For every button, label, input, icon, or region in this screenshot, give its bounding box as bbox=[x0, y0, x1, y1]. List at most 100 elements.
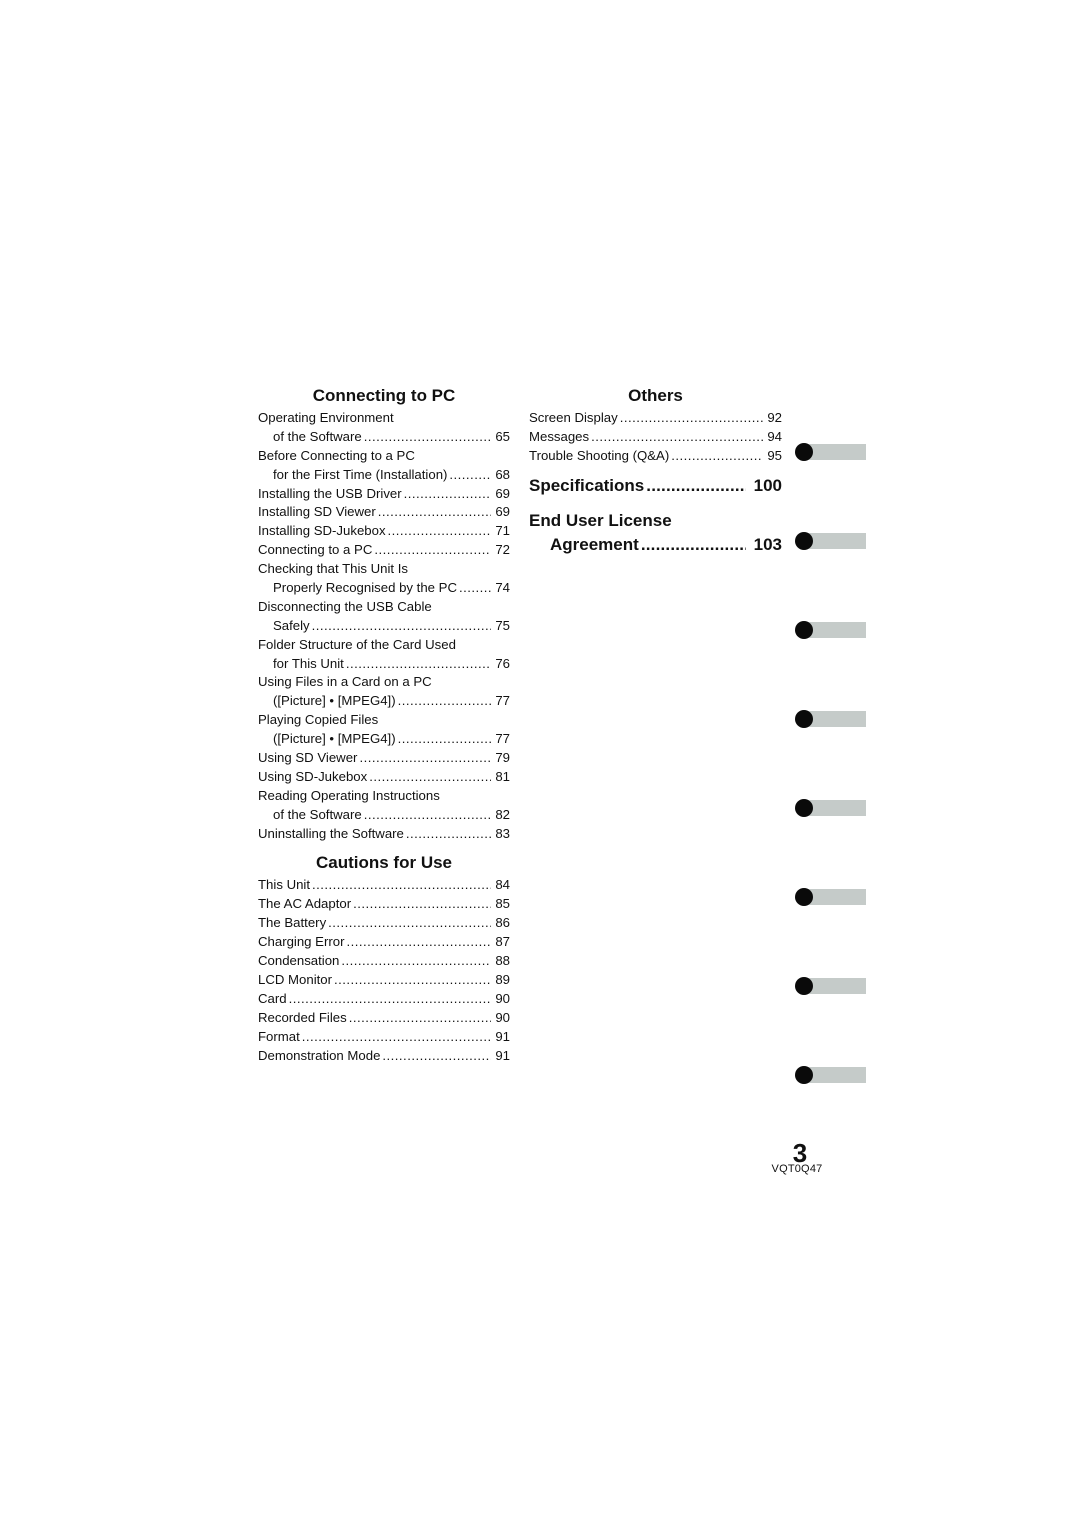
toc-entry[interactable]: Card 90 bbox=[258, 990, 510, 1009]
side-index-tab[interactable] bbox=[795, 799, 867, 817]
right-column: Others Screen Display 92 Messages 94 Trouble… bbox=[529, 384, 782, 557]
side-index-tab[interactable] bbox=[795, 443, 867, 461]
toc-entry[interactable]: Installing the USB Driver 69 bbox=[258, 485, 510, 504]
entry-text: Properly Recognised by the PC bbox=[273, 580, 457, 596]
entry-text: Playing Copied Files bbox=[258, 712, 379, 728]
toc-entry[interactable]: LCD Monitor 89 bbox=[258, 971, 510, 990]
entry-text: Recorded Files bbox=[258, 1009, 347, 1025]
dot-leader bbox=[646, 474, 745, 498]
entry-page: 72 bbox=[495, 542, 510, 558]
entry-heading-line: Disconnecting the USB Cable bbox=[258, 598, 510, 617]
toc-entry[interactable]: Operating Environment of the Software 65 bbox=[258, 409, 510, 447]
side-index-tab[interactable] bbox=[795, 977, 867, 995]
toc-entry-eula[interactable]: End User License Agreement 103 bbox=[529, 509, 782, 557]
dot-leader bbox=[312, 617, 491, 636]
entry-text: Using SD-Jukebox bbox=[258, 768, 368, 784]
tab-dot-icon bbox=[795, 532, 813, 550]
dot-leader bbox=[369, 768, 491, 787]
section-title-others: Others bbox=[628, 386, 683, 405]
toc-entry[interactable]: Format 91 bbox=[258, 1028, 510, 1047]
entry-page: 82 bbox=[495, 806, 510, 822]
toc-entry[interactable]: Installing SD Viewer 69 bbox=[258, 503, 510, 522]
side-index-tab[interactable] bbox=[795, 621, 867, 639]
toc-entry[interactable]: Condensation 88 bbox=[258, 952, 510, 971]
dot-leader bbox=[312, 876, 491, 895]
toc-entry-specifications[interactable]: Specifications 100 bbox=[529, 474, 782, 498]
side-index-tab[interactable] bbox=[795, 710, 867, 728]
entry-continuation-line: of the Software 82 bbox=[258, 806, 510, 825]
toc-entry[interactable]: The AC Adaptor 85 bbox=[258, 895, 510, 914]
toc-entry[interactable]: Messages 94 bbox=[529, 428, 782, 447]
dot-leader bbox=[620, 409, 763, 428]
tab-dot-icon bbox=[795, 799, 813, 817]
entry-line: LCD Monitor 89 bbox=[258, 971, 510, 990]
toc-entry[interactable]: Folder Structure of the Card Used for Thi… bbox=[258, 636, 510, 674]
entry-page: 71 bbox=[495, 523, 510, 539]
tab-bar bbox=[804, 444, 866, 460]
entry-text: Installing SD-Jukebox bbox=[258, 523, 386, 539]
entry-text: Using Files in a Card on a PC bbox=[258, 674, 432, 690]
others-list: Screen Display 92 Messages 94 Trouble Shooti… bbox=[529, 409, 782, 466]
side-index-tab[interactable] bbox=[795, 888, 867, 906]
toc-entry[interactable]: Demonstration Mode 91 bbox=[258, 1047, 510, 1066]
entry-page: 103 bbox=[753, 534, 782, 554]
toc-entry[interactable]: This Unit 84 bbox=[258, 876, 510, 895]
toc-entry[interactable]: The Battery 86 bbox=[258, 914, 510, 933]
tab-dot-icon bbox=[795, 1066, 813, 1084]
side-index-tab[interactable] bbox=[795, 532, 867, 550]
entry-line: Screen Display 92 bbox=[529, 409, 782, 428]
toc-entry[interactable]: Installing SD-Jukebox 71 bbox=[258, 522, 510, 541]
dot-leader bbox=[302, 1028, 491, 1047]
entry-page: 100 bbox=[753, 475, 782, 495]
entry-page: 86 bbox=[495, 915, 510, 931]
toc-entry[interactable]: Screen Display 92 bbox=[529, 409, 782, 428]
tab-dot-icon bbox=[795, 443, 813, 461]
toc-entry[interactable]: Using Files in a Card on a PC ([Picture] … bbox=[258, 673, 510, 711]
tab-dot-icon bbox=[795, 977, 813, 995]
toc-entry[interactable]: Uninstalling the Software 83 bbox=[258, 825, 510, 844]
dot-leader bbox=[353, 895, 491, 914]
toc-entry[interactable]: Charging Error 87 bbox=[258, 933, 510, 952]
entry-line: Condensation 88 bbox=[258, 952, 510, 971]
entry-page: 75 bbox=[495, 617, 510, 633]
entry-page: 74 bbox=[495, 580, 510, 596]
toc-entry[interactable]: Trouble Shooting (Q&A) 95 bbox=[529, 447, 782, 466]
dot-leader bbox=[398, 730, 491, 749]
entry-line: Using SD-Jukebox 81 bbox=[258, 768, 510, 787]
dot-leader bbox=[382, 1047, 491, 1066]
tab-bar bbox=[804, 1067, 866, 1083]
entry-page: 83 bbox=[495, 825, 510, 841]
entry-page: 77 bbox=[495, 731, 510, 747]
side-index-tab[interactable] bbox=[795, 1066, 867, 1084]
tab-dot-icon bbox=[795, 888, 813, 906]
entry-page: 65 bbox=[495, 428, 510, 444]
toc-entry[interactable]: Using SD Viewer 79 bbox=[258, 749, 510, 768]
toc-entry[interactable]: Disconnecting the USB Cable Safely 75 bbox=[258, 598, 510, 636]
toc-entry[interactable]: Before Connecting to a PC for the First T… bbox=[258, 447, 510, 485]
entry-text: The Battery bbox=[258, 915, 327, 931]
entry-text: LCD Monitor bbox=[258, 971, 333, 987]
entry-text: Disconnecting the USB Cable bbox=[258, 598, 432, 614]
tab-bar bbox=[804, 978, 866, 994]
entry-heading-line: Using Files in a Card on a PC bbox=[258, 673, 510, 692]
entry-text: Reading Operating Instructions bbox=[258, 787, 440, 803]
toc-entry[interactable]: Reading Operating Instructions of the Sof… bbox=[258, 787, 510, 825]
entry-text: Installing the USB Driver bbox=[258, 485, 402, 501]
entry-text: Uninstalling the Software bbox=[258, 825, 404, 841]
toc-entry[interactable]: Connecting to a PC 72 bbox=[258, 541, 510, 560]
entry-line: Format 91 bbox=[258, 1028, 510, 1047]
toc-entry[interactable]: Recorded Files 90 bbox=[258, 1009, 510, 1028]
dot-leader bbox=[591, 428, 763, 447]
toc-entry[interactable]: Playing Copied Files ([Picture] • [MPEG4]… bbox=[258, 711, 510, 749]
entry-page: 68 bbox=[495, 466, 510, 482]
entry-text: Connecting to a PC bbox=[258, 542, 373, 558]
entry-line: Trouble Shooting (Q&A) 95 bbox=[529, 447, 782, 466]
tab-dot-icon bbox=[795, 710, 813, 728]
toc-entry[interactable]: Checking that This Unit Is Properly Recog… bbox=[258, 560, 510, 598]
entry-text: Using SD Viewer bbox=[258, 750, 358, 766]
toc-entry[interactable]: Using SD-Jukebox 81 bbox=[258, 768, 510, 787]
entry-text: Before Connecting to a PC bbox=[258, 447, 415, 463]
entry-text: Format bbox=[258, 1028, 300, 1044]
entry-text: of the Software bbox=[273, 428, 362, 444]
eula-line2: Agreement 103 bbox=[529, 533, 782, 557]
